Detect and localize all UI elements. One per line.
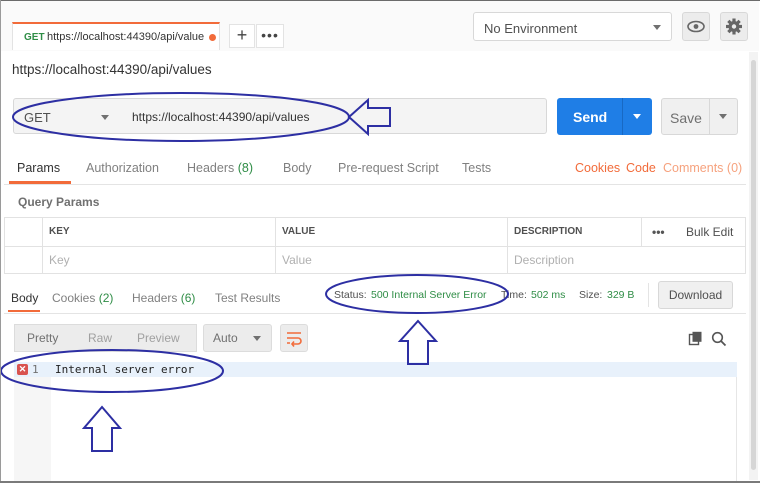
annotation-overlay xyxy=(0,92,509,452)
url-annotation-arrow xyxy=(347,97,391,137)
body-annotation-arrow xyxy=(81,405,123,452)
window-border xyxy=(0,0,1,483)
status-annotation-ellipse xyxy=(325,274,509,314)
body-annotation-ellipse xyxy=(0,349,224,393)
window-border xyxy=(0,0,760,1)
url-annotation-ellipse xyxy=(12,92,350,142)
status-annotation-arrow xyxy=(397,319,439,365)
